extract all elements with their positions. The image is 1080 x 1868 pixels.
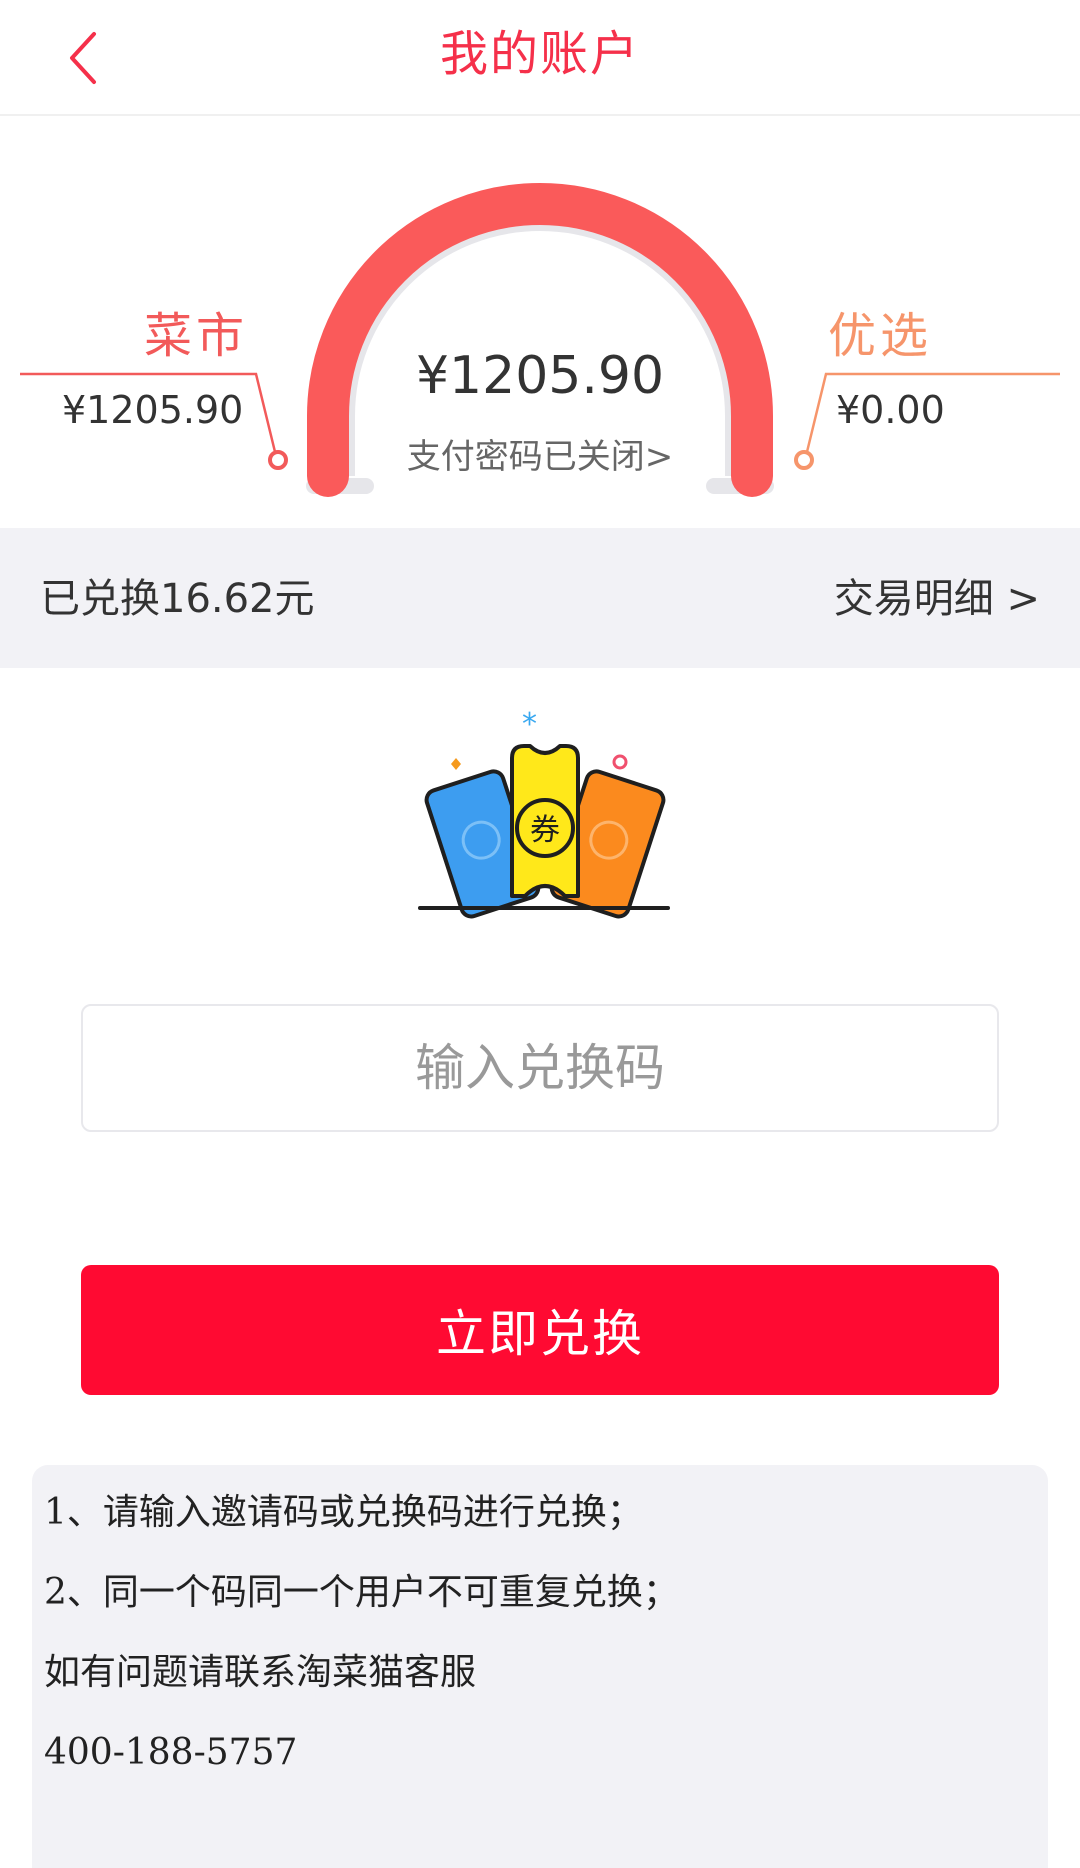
account-page: 我的账户 菜市 ¥1205.90 优选 ¥0.00 ¥1205.90 支付密码已… xyxy=(0,0,1080,1868)
note-line: 1、请输入邀请码或兑换码进行兑换； xyxy=(44,1492,643,1533)
coupon-ticket-text: 券 xyxy=(530,813,560,848)
customer-service-phone: 400-188-5757 xyxy=(44,1732,298,1773)
note-line: 如有问题请联系淘菜猫客服 xyxy=(44,1652,477,1693)
sparkle-circle-icon xyxy=(612,754,628,770)
sparkle-diamond-icon xyxy=(451,758,461,770)
payment-password-link[interactable]: 支付密码已关闭> xyxy=(340,434,740,480)
redeemed-amount: 已兑换16.62元 xyxy=(40,576,315,622)
redemption-summary-bar: 已兑换16.62元 交易明细 > xyxy=(0,528,1080,668)
redeem-notes-panel: 1、请输入邀请码或兑换码进行兑换； 2、同一个码同一个用户不可重复兑换； 如有问… xyxy=(32,1465,1048,1868)
page-title: 我的账户 xyxy=(439,26,640,82)
coupon-tickets-icon: * 券 xyxy=(418,707,670,919)
left-account-label: 菜市 xyxy=(144,308,249,364)
left-account-amount: ¥1205.90 xyxy=(62,388,244,432)
right-account-label: 优选 xyxy=(828,308,933,364)
left-connector-dot xyxy=(268,450,288,470)
nav-header: 我的账户 xyxy=(0,0,1080,116)
sparkle-star-icon: * xyxy=(522,707,537,742)
redeem-code-input[interactable] xyxy=(81,1004,999,1132)
right-account-amount: ¥0.00 xyxy=(836,388,945,432)
balance-gauge: 菜市 ¥1205.90 优选 ¥0.00 ¥1205.90 支付密码已关闭> xyxy=(0,116,1080,528)
redeem-now-button[interactable]: 立即兑换 xyxy=(81,1265,999,1395)
transaction-details-link[interactable]: 交易明细 > xyxy=(834,574,1040,624)
right-connector-dot xyxy=(794,450,814,470)
total-balance: ¥1205.90 xyxy=(415,346,665,406)
note-line: 2、同一个码同一个用户不可重复兑换； xyxy=(44,1572,679,1613)
